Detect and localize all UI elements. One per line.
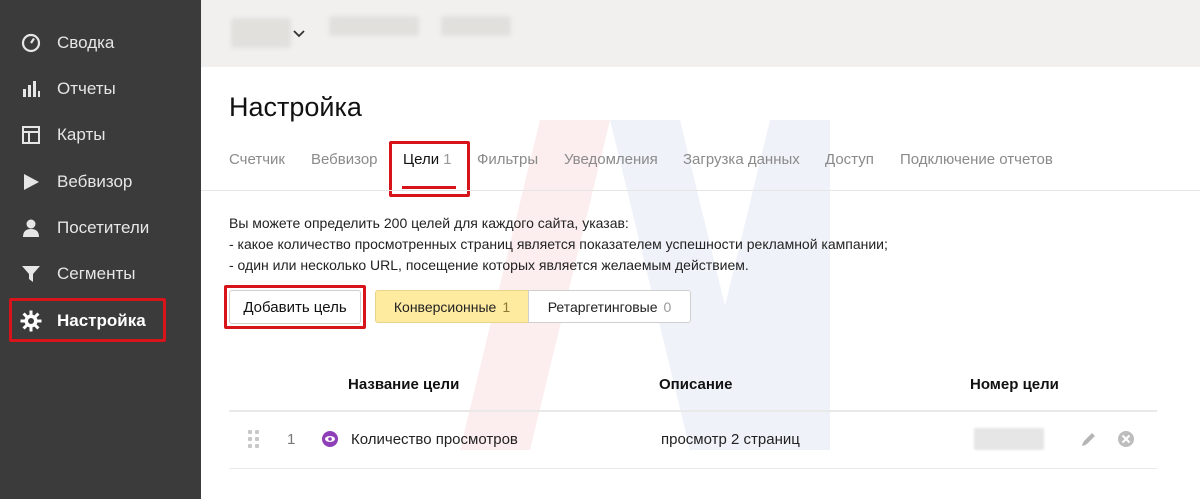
funnel-icon <box>20 263 42 285</box>
column-header-name: Название цели <box>348 376 460 393</box>
goal-index: 1 <box>287 431 296 448</box>
column-header-number: Номер цели <box>970 376 1059 393</box>
sidebar-item-webvisor[interactable]: Вебвизор <box>0 159 201 205</box>
blurred-site-name <box>329 16 419 36</box>
person-icon <box>20 217 42 239</box>
add-goal-button[interactable]: Добавить цель <box>229 290 361 324</box>
filter-retargeting[interactable]: Ретаргетинговые 0 <box>528 290 691 323</box>
bar-chart-icon <box>20 78 42 100</box>
sidebar-item-maps[interactable]: Карты <box>0 112 201 158</box>
goal-name[interactable]: Количество просмотров <box>351 431 518 448</box>
tab-counter[interactable]: Счетчик <box>229 151 285 168</box>
filter-count: 0 <box>663 298 672 315</box>
description-line: - какое количество просмотренных страниц… <box>229 236 888 252</box>
tab-data-upload[interactable]: Загрузка данных <box>683 151 800 168</box>
sidebar: Сводка Отчеты Карты Вебвизор Посетители … <box>0 0 201 499</box>
filter-count: 1 <box>502 298 511 315</box>
column-header-description: Описание <box>659 376 733 393</box>
tab-filters[interactable]: Фильтры <box>477 151 538 168</box>
blurred-site-id <box>441 16 511 36</box>
sidebar-item-label: Сводка <box>57 33 115 52</box>
gauge-icon <box>20 32 42 54</box>
tab-access[interactable]: Доступ <box>825 151 874 168</box>
description-line: Вы можете определить 200 целей для каждо… <box>229 215 629 231</box>
gear-icon <box>20 310 42 332</box>
blurred-counter-name <box>231 18 291 48</box>
edit-pencil-icon[interactable] <box>1080 430 1098 448</box>
sidebar-item-reports[interactable]: Отчеты <box>0 66 201 112</box>
goals-description: Вы можете определить 200 целей для каждо… <box>229 213 888 276</box>
sidebar-item-segments[interactable]: Сегменты <box>0 251 201 297</box>
sidebar-item-label: Отчеты <box>57 79 116 98</box>
table-divider <box>229 410 1157 412</box>
table-divider <box>229 468 1157 469</box>
page-title: Настройка <box>229 92 362 122</box>
map-layout-icon <box>20 124 42 146</box>
sidebar-item-label: Посетители <box>57 218 150 237</box>
sidebar-item-label: Настройка <box>57 311 146 330</box>
drag-handle-icon[interactable] <box>248 430 260 448</box>
sidebar-item-visitors[interactable]: Посетители <box>0 205 201 251</box>
highlight-frame <box>389 141 470 197</box>
top-bar <box>201 0 1200 67</box>
eye-icon <box>322 431 338 447</box>
sidebar-item-summary[interactable]: Сводка <box>0 20 201 66</box>
goal-description: просмотр 2 страниц <box>661 431 800 448</box>
delete-close-icon[interactable] <box>1117 430 1135 448</box>
sidebar-item-label: Сегменты <box>57 264 136 283</box>
description-line: - один или несколько URL, посещение кото… <box>229 257 749 273</box>
sidebar-item-settings[interactable]: Настройка <box>0 298 201 344</box>
play-icon <box>20 171 42 193</box>
divider <box>201 190 1200 191</box>
sidebar-item-label: Вебвизор <box>57 172 133 191</box>
chevron-down-icon[interactable] <box>292 26 306 44</box>
sidebar-item-label: Карты <box>57 125 106 144</box>
filter-label: Конверсионные <box>393 298 497 315</box>
filter-conversion[interactable]: Конверсионные 1 <box>375 290 529 323</box>
tab-webvisor[interactable]: Вебвизор <box>311 151 378 168</box>
tab-report-connection[interactable]: Подключение отчетов <box>900 151 1053 168</box>
blurred-goal-number <box>974 428 1044 450</box>
filter-label: Ретаргетинговые <box>547 298 658 315</box>
tab-notifications[interactable]: Уведомления <box>564 151 658 168</box>
